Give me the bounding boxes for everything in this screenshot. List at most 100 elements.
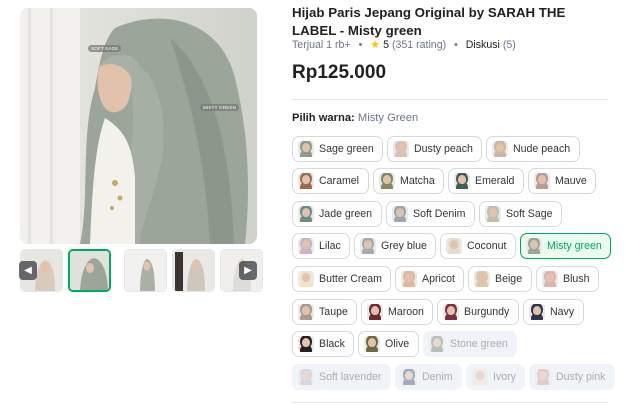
variant-swatch-image bbox=[298, 206, 314, 222]
variant-chip-emerald[interactable]: Emerald bbox=[448, 168, 524, 194]
variant-chip-label: Beige bbox=[495, 273, 523, 285]
variant-chip-label: Matcha bbox=[400, 175, 435, 187]
variant-chip-label: Stone green bbox=[450, 338, 508, 350]
variant-chip-label: Ivory bbox=[493, 371, 516, 383]
variant-swatch-image bbox=[298, 336, 314, 352]
variant-chip-label: Denim bbox=[422, 371, 453, 383]
variant-chip-black[interactable]: Black bbox=[292, 331, 354, 357]
variant-chip-label: Coconut bbox=[467, 240, 507, 252]
variant-chip-maroon[interactable]: Maroon bbox=[361, 299, 433, 325]
variant-swatch-image bbox=[393, 141, 409, 157]
meta-separator: • bbox=[358, 39, 363, 51]
thumbnail-3[interactable] bbox=[124, 249, 167, 292]
discussion-count[interactable]: (5) bbox=[503, 39, 516, 51]
image-tag-soft-sage: SOFT SAGE bbox=[88, 45, 122, 52]
variant-label-text: Pilih warna: bbox=[292, 112, 355, 124]
variant-chip-olive[interactable]: Olive bbox=[358, 331, 419, 357]
variant-chip-label: Apricot bbox=[422, 273, 455, 285]
variant-chip-dusty-peach[interactable]: Dusty peach bbox=[387, 136, 482, 162]
variant-chip-label: Dusty peach bbox=[414, 143, 473, 155]
variant-swatch-image bbox=[492, 141, 508, 157]
variant-swatch-image bbox=[529, 304, 545, 320]
variant-swatch-image bbox=[526, 238, 542, 254]
variant-swatch-image bbox=[446, 238, 462, 254]
variant-chip-label: Blush bbox=[563, 273, 590, 285]
variant-chip-burgundy[interactable]: Burgundy bbox=[437, 299, 519, 325]
variant-chip-navy[interactable]: Navy bbox=[523, 299, 584, 325]
thumbnail-4[interactable] bbox=[172, 249, 215, 292]
product-main-image[interactable]: SOFT SAGE MISTY GREEN bbox=[20, 8, 257, 244]
variant-chip-matcha[interactable]: Matcha bbox=[373, 168, 444, 194]
variant-chip-label: Butter Cream bbox=[319, 273, 382, 285]
thumbnail-image bbox=[70, 251, 109, 290]
variant-swatch-image bbox=[298, 141, 314, 157]
variant-chip-stone-green: Stone green bbox=[423, 331, 517, 357]
variant-chip-blush[interactable]: Blush bbox=[536, 266, 599, 292]
variant-swatch-image bbox=[364, 336, 380, 352]
variant-chip-caramel[interactable]: Caramel bbox=[292, 168, 369, 194]
variant-chip-coconut[interactable]: Coconut bbox=[440, 233, 516, 259]
variant-chip-label: Taupe bbox=[319, 306, 348, 318]
thumbnail-2[interactable] bbox=[68, 249, 111, 292]
gallery-prev-button[interactable]: ◀ bbox=[19, 261, 37, 280]
variant-chip-label: Nude peach bbox=[513, 143, 571, 155]
variant-swatch-image bbox=[360, 238, 376, 254]
variant-chip-label: Misty green bbox=[547, 240, 602, 252]
variant-chip-label: Sage green bbox=[319, 143, 374, 155]
variant-chip-lilac[interactable]: Lilac bbox=[292, 233, 350, 259]
variant-swatch-image bbox=[472, 369, 488, 385]
variant-chip-nude-peach[interactable]: Nude peach bbox=[486, 136, 580, 162]
product-title: Hijab Paris Jepang Original by SARAH THE… bbox=[292, 5, 566, 38]
variant-chip-dusty-pink: Dusty pink bbox=[529, 364, 615, 390]
gallery-next-button[interactable]: ▶ bbox=[239, 261, 257, 280]
variant-chip-label: Soft Denim bbox=[413, 208, 466, 220]
variant-chip-label: Emerald bbox=[475, 175, 515, 187]
thumbnail-strip: ◀ ▶ bbox=[19, 249, 263, 293]
variant-chip-grey-blue[interactable]: Grey blue bbox=[354, 233, 436, 259]
sold-count: 1 rb+ bbox=[326, 39, 351, 51]
variant-chip-label: Dusty pink bbox=[556, 371, 606, 383]
variant-swatch-image bbox=[298, 304, 314, 320]
rating-count[interactable]: (351 rating) bbox=[392, 39, 446, 51]
variant-swatch-image bbox=[443, 304, 459, 320]
sold-label: Terjual bbox=[292, 39, 324, 51]
chevron-left-icon: ◀ bbox=[24, 265, 32, 276]
variant-chip-label: Grey blue bbox=[381, 240, 427, 252]
image-tag-misty-green: MISTY GREEN bbox=[200, 104, 240, 111]
variant-chip-label: Soft Sage bbox=[506, 208, 553, 220]
variant-swatch-image bbox=[401, 369, 417, 385]
thumbnail-image bbox=[125, 250, 166, 291]
variant-swatch-image bbox=[534, 173, 550, 189]
variant-chip-label: Maroon bbox=[388, 306, 424, 318]
rating-value[interactable]: 5 bbox=[383, 39, 389, 51]
variant-chip-soft-lavender: Soft lavender bbox=[292, 364, 391, 390]
variant-chip-label: Mauve bbox=[555, 175, 587, 187]
variant-swatch-image bbox=[474, 271, 490, 287]
variant-chip-beige[interactable]: Beige bbox=[468, 266, 532, 292]
variant-swatch-image bbox=[367, 304, 383, 320]
variant-swatch-image bbox=[392, 206, 408, 222]
variant-chip-butter-cream[interactable]: Butter Cream bbox=[292, 266, 391, 292]
variant-chip-label: Soft lavender bbox=[319, 371, 382, 383]
star-icon: ★ bbox=[370, 39, 381, 51]
thumbnail-image bbox=[173, 250, 214, 291]
variant-chip-sage-green[interactable]: Sage green bbox=[292, 136, 383, 162]
variant-swatch-image bbox=[401, 271, 417, 287]
variant-swatch-image bbox=[429, 336, 445, 352]
discussion-label[interactable]: Diskusi bbox=[466, 39, 500, 51]
variant-chip-taupe[interactable]: Taupe bbox=[292, 299, 357, 325]
divider bbox=[292, 402, 608, 403]
variant-chip-jade-green[interactable]: Jade green bbox=[292, 201, 382, 227]
variant-chip-soft-denim[interactable]: Soft Denim bbox=[386, 201, 475, 227]
variant-swatch-image bbox=[454, 173, 470, 189]
variant-chip-misty-green[interactable]: Misty green bbox=[520, 233, 611, 259]
product-price: Rp125.000 bbox=[292, 62, 387, 83]
variant-swatch-image bbox=[298, 271, 314, 287]
variant-chip-mauve[interactable]: Mauve bbox=[528, 168, 596, 194]
variant-label: Pilih warna: Misty Green bbox=[292, 112, 418, 124]
variant-chip-soft-sage[interactable]: Soft Sage bbox=[479, 201, 562, 227]
variant-chip-apricot[interactable]: Apricot bbox=[395, 266, 464, 292]
variant-swatch-image bbox=[535, 369, 551, 385]
variant-chip-label: Olive bbox=[385, 338, 410, 350]
variant-chip-label: Black bbox=[319, 338, 345, 350]
